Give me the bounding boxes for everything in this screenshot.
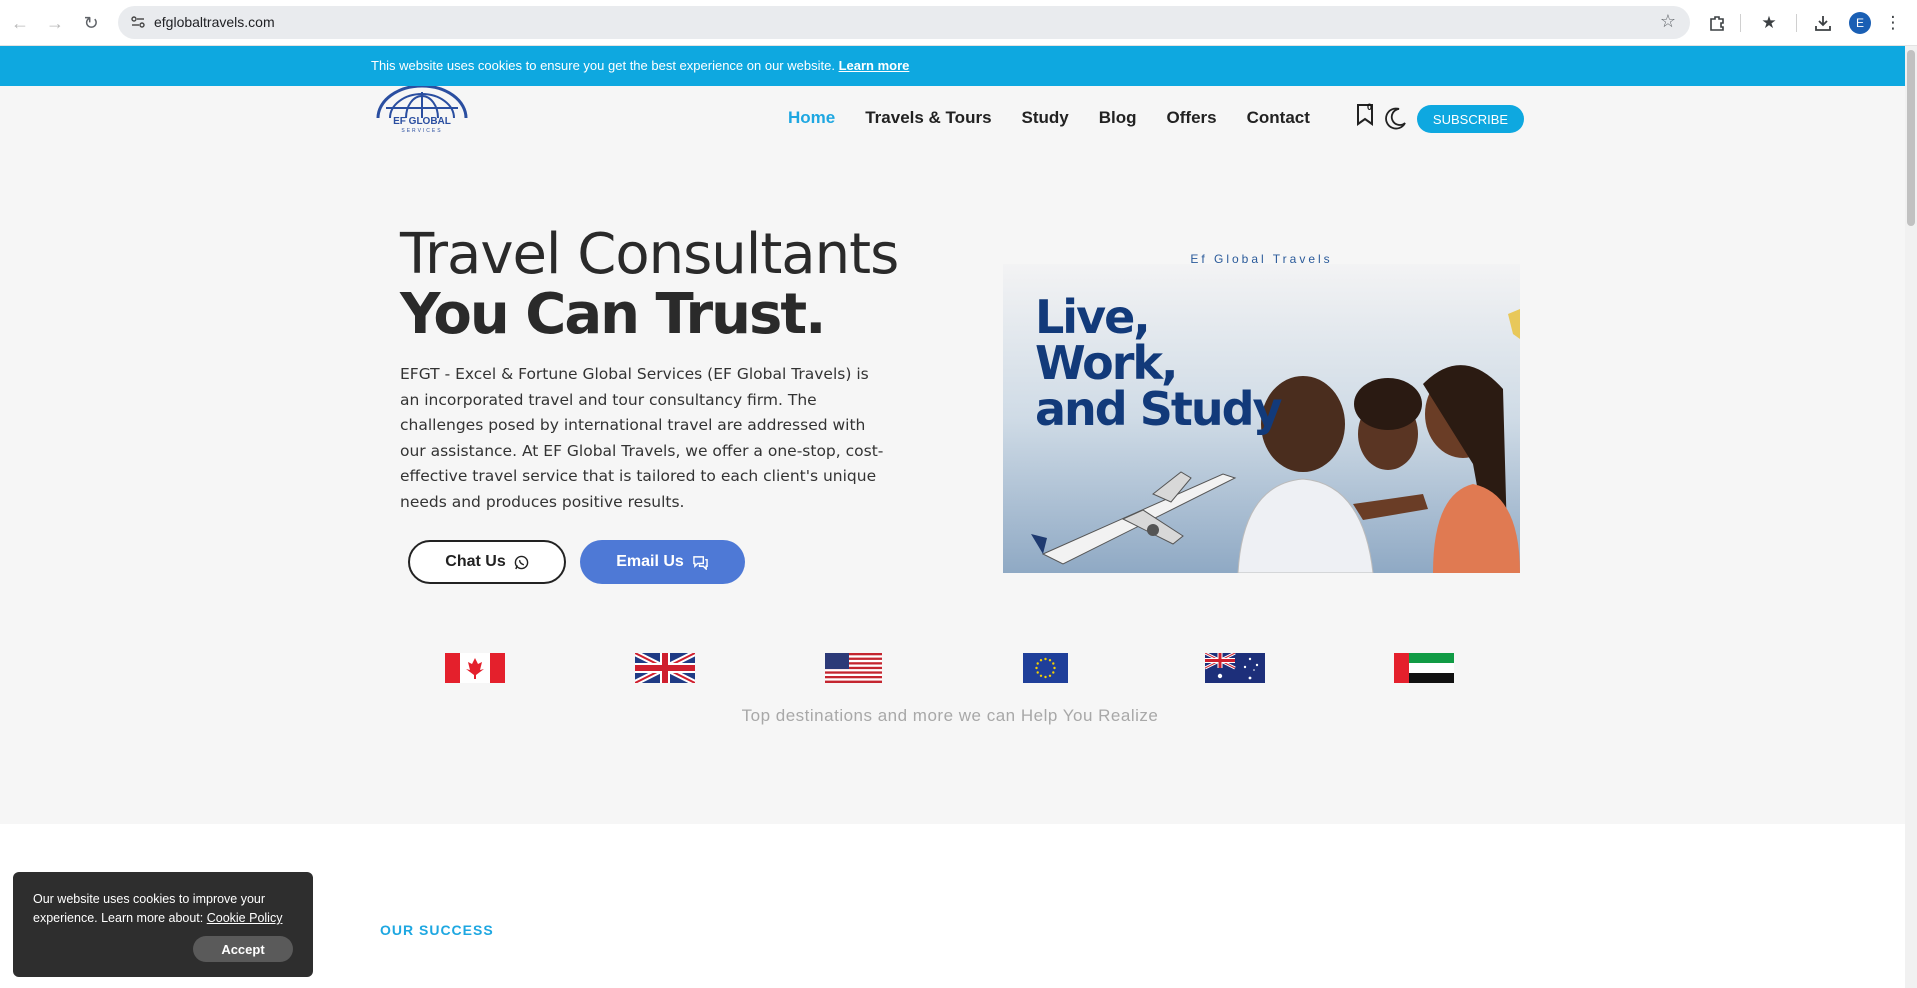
nav-contact[interactable]: Contact [1247,108,1310,128]
hero-title-line2: You Can Trust. [400,282,826,347]
address-bar[interactable]: efglobaltravels.com ☆ [118,6,1690,39]
nav-offers[interactable]: Offers [1167,108,1217,128]
uae-flag-icon [1394,653,1454,683]
url-text[interactable]: efglobaltravels.com [154,14,275,30]
dark-mode-moon-icon[interactable] [1384,106,1408,130]
nav-home[interactable]: Home [788,108,835,128]
usa-flag-icon [825,653,882,683]
scrollbar-thumb[interactable] [1907,50,1915,226]
web-page: This website uses cookies to ensure you … [0,46,1905,988]
site-logo[interactable]: EF GLOBAL SERVICES [370,84,474,148]
nav-travels-tours[interactable]: Travels & Tours [865,108,991,128]
subscribe-button[interactable]: SUBSCRIBE [1417,105,1524,133]
eu-flag-icon [1023,653,1068,683]
cookie-banner: This website uses cookies to ensure you … [0,46,1905,86]
bookmark-count-badge: 0 [1367,102,1373,112]
page-scrollbar[interactable] [1905,46,1917,988]
destinations-caption: Top destinations and more we can Help Yo… [741,706,1159,725]
chat-us-label: Chat Us [445,553,506,570]
chat-us-button[interactable]: Chat Us [408,540,566,584]
chat-bubbles-icon [693,555,708,570]
logo-subtext: SERVICES [401,128,443,134]
nav-blog[interactable]: Blog [1099,108,1137,128]
learn-more-link[interactable]: Learn more [839,58,910,73]
back-icon[interactable]: ← [8,11,32,35]
bookmark-star-icon[interactable]: ☆ [1660,11,1676,32]
hero-image-headline: Live, Work, and Study [1035,290,1283,436]
cookie-policy-link[interactable]: Cookie Policy [207,911,283,925]
cookie-banner-text: This website uses cookies to ensure you … [371,58,835,73]
hero-description: EFGT - Excel & Fortune Global Services (… [400,365,884,511]
site-header: EF GLOBAL SERVICES Home Travels & Tours … [0,84,1905,156]
extensions-icon[interactable] [1705,11,1729,35]
downloads-icon[interactable] [1811,11,1835,35]
bookmarks-icon[interactable]: ★ [1757,11,1781,35]
accept-cookies-button[interactable]: Accept [193,936,293,962]
cookie-consent-popup: Our website uses cookies to improve your… [13,872,313,977]
nav-study[interactable]: Study [1022,108,1069,128]
reload-icon[interactable]: ↻ [79,11,103,35]
canada-flag-icon [445,653,505,683]
our-success-heading: OUR SUCCESS [380,922,494,938]
whatsapp-icon [514,555,529,569]
menu-kebab-icon[interactable]: ⋮ [1881,11,1905,35]
hero-promo-image: Live, Work, and Study [1003,264,1520,573]
email-us-label: Email Us [616,553,684,570]
email-us-button[interactable]: Email Us [580,540,745,584]
site-info-icon[interactable] [130,14,148,30]
forward-icon[interactable]: → [43,11,67,35]
main-nav: Home Travels & Tours Study Blog Offers C… [788,108,1340,128]
logo-text: EF GLOBAL [393,116,451,127]
profile-avatar[interactable]: E [1849,12,1871,34]
uk-flag-icon [635,653,695,683]
australia-flag-icon [1205,653,1265,683]
hero-title-line1: Travel Consultants [400,222,899,287]
browser-toolbar: ← → ↻ efglobaltravels.com ☆ ★ E ⋮ [0,0,1917,46]
